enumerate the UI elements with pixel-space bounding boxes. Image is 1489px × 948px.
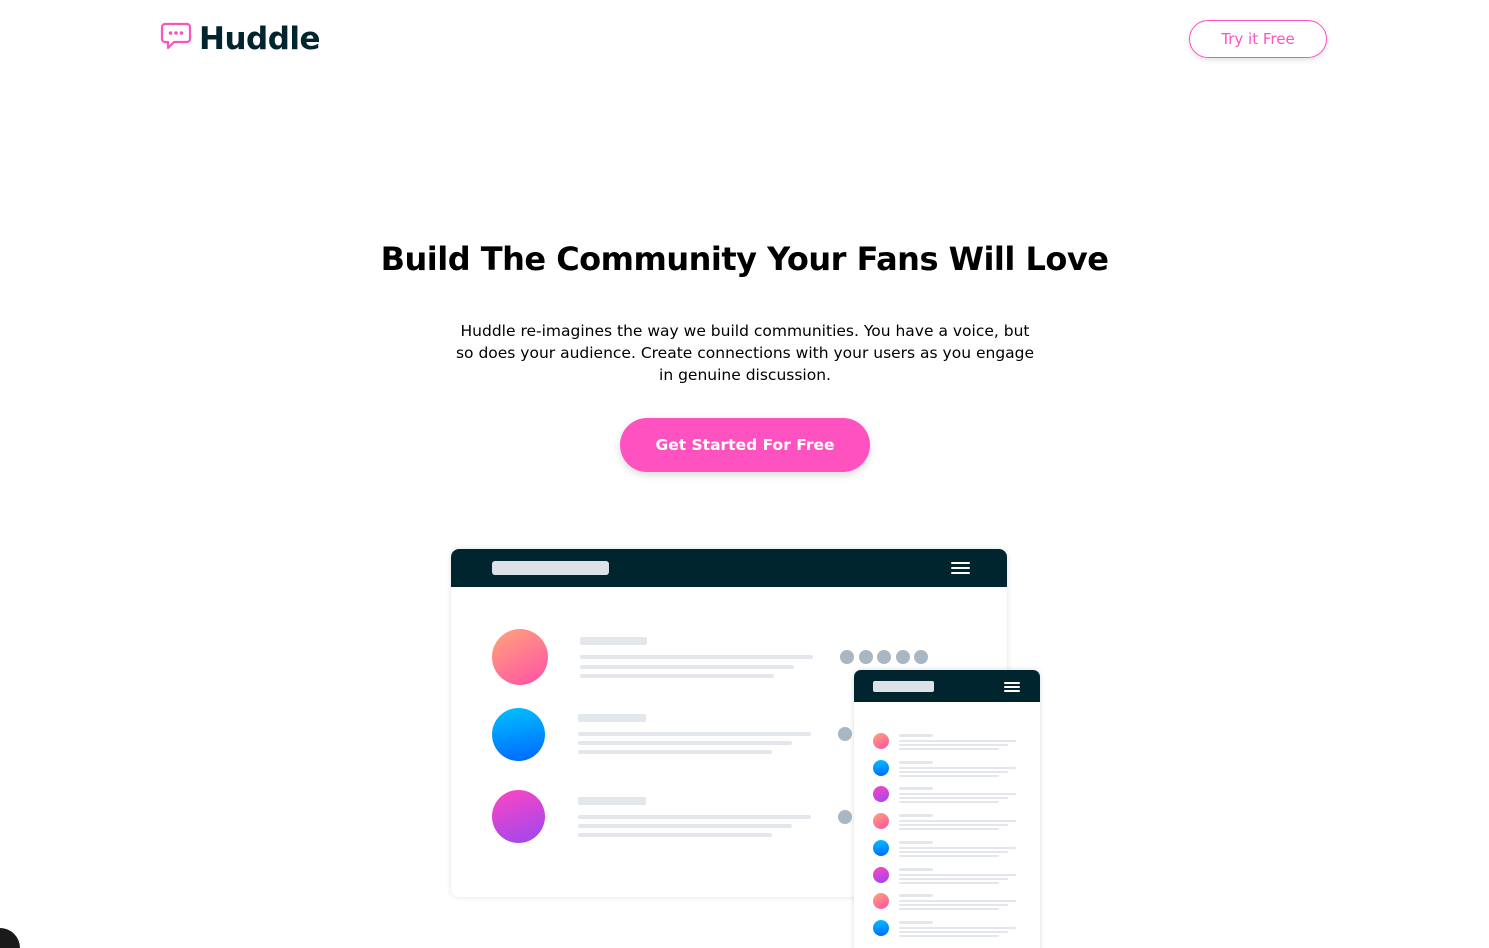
mobile-name-placeholder xyxy=(899,867,933,871)
mobile-text-placeholder xyxy=(899,904,1008,907)
mobile-text-placeholder xyxy=(899,873,1016,876)
text-placeholder xyxy=(578,732,811,736)
text-placeholder xyxy=(580,665,794,669)
mobile-text-placeholder xyxy=(899,770,1008,773)
mobile-name-placeholder xyxy=(899,787,933,791)
chat-bubble-icon-svg xyxy=(160,22,192,50)
status-dot xyxy=(877,650,891,664)
mobile-title-placeholder xyxy=(873,681,934,692)
window-corner xyxy=(0,928,20,948)
logo-text: Huddle xyxy=(199,21,321,57)
mobile-text-placeholder xyxy=(899,744,1008,746)
mobile-text-placeholder xyxy=(899,774,999,777)
logo[interactable]: Huddle xyxy=(160,20,321,58)
mobile-avatar xyxy=(873,813,889,830)
landing-page: Huddle Try it Free Build The Community Y… xyxy=(0,0,1489,948)
hamburger-menu-icon xyxy=(1004,682,1020,694)
desktop-mockup-header xyxy=(451,549,1007,587)
status-dot xyxy=(838,727,852,741)
status-dot xyxy=(896,650,910,664)
text-placeholder xyxy=(578,750,772,754)
mobile-text-placeholder xyxy=(899,797,1008,800)
status-dot xyxy=(840,650,854,664)
try-it-free-button[interactable]: Try it Free xyxy=(1189,20,1327,58)
mobile-name-placeholder xyxy=(899,920,933,924)
name-placeholder xyxy=(580,637,647,645)
text-placeholder xyxy=(578,741,792,745)
status-dot xyxy=(914,650,928,664)
hamburger-menu-icon xyxy=(951,562,970,577)
text-placeholder xyxy=(578,833,772,837)
mobile-name-placeholder xyxy=(899,760,933,764)
mobile-text-placeholder xyxy=(899,740,1016,742)
text-placeholder xyxy=(578,824,792,828)
text-placeholder xyxy=(578,815,811,819)
mobile-name-placeholder xyxy=(899,734,933,737)
mobile-text-placeholder xyxy=(899,908,999,911)
mobile-text-placeholder xyxy=(899,850,1008,853)
mobile-text-placeholder xyxy=(899,877,1008,880)
mobile-text-placeholder xyxy=(899,934,999,937)
mobile-text-placeholder xyxy=(899,801,999,804)
text-placeholder xyxy=(580,655,813,659)
mobile-avatar xyxy=(873,733,889,749)
mobile-text-placeholder xyxy=(899,766,1016,769)
hero-description: Huddle re-imagines the way we build comm… xyxy=(455,322,1035,384)
mobile-avatar xyxy=(873,759,889,776)
status-dot xyxy=(838,810,852,824)
mobile-text-placeholder xyxy=(899,820,1016,823)
mobile-avatar xyxy=(873,839,889,856)
mobile-text-placeholder xyxy=(899,926,1016,929)
mobile-text-placeholder xyxy=(899,930,1008,933)
mobile-text-placeholder xyxy=(899,748,999,750)
mobile-avatar xyxy=(873,919,889,936)
mobile-text-placeholder xyxy=(899,900,1016,903)
mobile-mockup-header xyxy=(854,670,1040,702)
mobile-text-placeholder xyxy=(899,828,999,831)
status-dot xyxy=(859,650,873,664)
mobile-text-placeholder xyxy=(899,846,1016,849)
text-placeholder xyxy=(580,674,774,678)
mobile-text-placeholder xyxy=(899,824,1008,827)
mobile-text-placeholder xyxy=(899,793,1016,796)
chat-bubble-icon xyxy=(160,22,199,56)
avatar xyxy=(492,708,545,761)
get-started-button[interactable]: Get Started For Free xyxy=(620,418,870,472)
avatar xyxy=(492,790,545,843)
mobile-mockup xyxy=(854,670,1040,948)
desktop-title-placeholder xyxy=(492,561,609,575)
mobile-text-placeholder xyxy=(899,854,999,857)
mobile-text-placeholder xyxy=(899,881,999,884)
mobile-name-placeholder xyxy=(899,840,933,844)
hero-title: Build The Community Your Fans Will Love xyxy=(380,240,1109,278)
name-placeholder xyxy=(578,714,646,722)
avatar xyxy=(492,629,548,685)
name-placeholder xyxy=(578,797,646,805)
mobile-avatar xyxy=(873,786,889,803)
mobile-avatar xyxy=(873,866,889,883)
mobile-avatar xyxy=(873,893,889,910)
mobile-name-placeholder xyxy=(899,814,933,818)
mobile-name-placeholder xyxy=(899,894,933,898)
